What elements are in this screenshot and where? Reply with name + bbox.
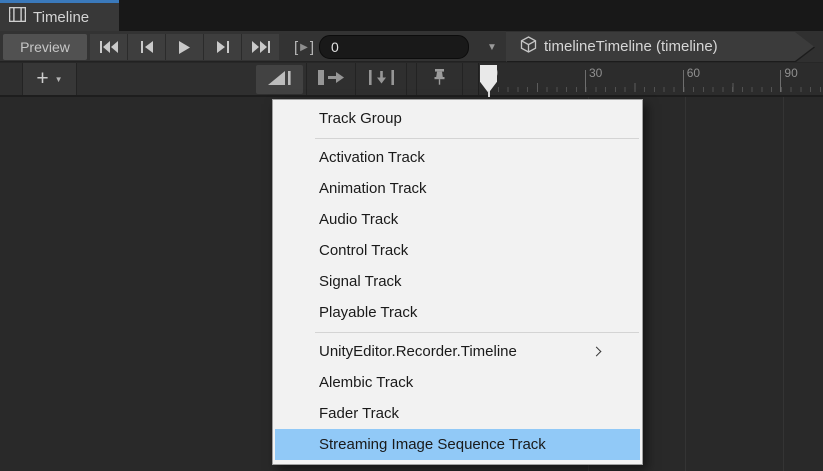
divider bbox=[406, 63, 407, 95]
play-button[interactable] bbox=[166, 34, 203, 60]
menu-item-animation-track[interactable]: Animation Track bbox=[273, 173, 642, 204]
breadcrumb-label: timelineTimeline (timeline) bbox=[544, 38, 718, 55]
menu-item-fader-track[interactable]: Fader Track bbox=[273, 398, 642, 429]
frame-dropdown-button[interactable]: ▼ bbox=[478, 34, 506, 60]
step-forward-icon bbox=[216, 41, 229, 53]
menu-item-control-track[interactable]: Control Track bbox=[273, 235, 642, 266]
menu-separator bbox=[315, 138, 639, 139]
tab-bar: Timeline bbox=[0, 0, 823, 31]
preview-button[interactable]: Preview bbox=[3, 34, 87, 60]
ripple-mode-button[interactable] bbox=[307, 65, 355, 94]
breadcrumb[interactable]: timelineTimeline (timeline) bbox=[506, 32, 814, 61]
menu-item-signal-track[interactable]: Signal Track bbox=[273, 266, 642, 297]
cube-icon bbox=[520, 36, 537, 58]
tab-title: Timeline bbox=[33, 8, 90, 26]
menu-item-track-group[interactable]: Track Group bbox=[273, 103, 642, 134]
plus-icon: + bbox=[36, 66, 49, 90]
gridline bbox=[783, 97, 784, 471]
step-back-icon bbox=[140, 41, 153, 53]
previous-frame-button[interactable] bbox=[128, 34, 165, 60]
bracket-right: ] bbox=[309, 38, 315, 56]
menu-item-playable-track[interactable]: Playable Track bbox=[273, 297, 642, 328]
play-icon bbox=[179, 40, 190, 54]
add-track-context-menu: Track Group Activation Track Animation T… bbox=[272, 99, 643, 465]
skip-to-end-icon bbox=[251, 41, 270, 53]
track-toolbar: + ▼ 30 60 90 bbox=[0, 62, 823, 98]
transport-controls bbox=[90, 34, 279, 60]
replace-mode-button[interactable] bbox=[356, 65, 406, 94]
gridline bbox=[685, 97, 686, 471]
divider bbox=[76, 63, 77, 95]
skip-to-start-icon bbox=[99, 41, 118, 53]
preview-label: Preview bbox=[20, 39, 70, 55]
submenu-arrow-icon bbox=[591, 346, 602, 357]
caret-down-icon: ▼ bbox=[487, 41, 497, 53]
main-toolbar: Preview [▶] 0 ▼ timelineTimeline (time… bbox=[0, 31, 823, 62]
film-icon bbox=[8, 6, 27, 27]
play-range-icon: ▶ bbox=[300, 41, 308, 53]
goto-end-button[interactable] bbox=[242, 34, 279, 60]
mix-mode-icon bbox=[267, 70, 292, 90]
divider bbox=[462, 63, 463, 95]
play-range-button[interactable]: [ ▶ ] bbox=[287, 34, 321, 60]
menu-item-label: UnityEditor.Recorder.Timeline bbox=[319, 343, 517, 360]
frame-number-input[interactable] bbox=[319, 35, 469, 59]
menu-separator bbox=[315, 332, 639, 333]
pin-icon bbox=[432, 68, 447, 91]
marker-visibility-button[interactable] bbox=[417, 65, 462, 94]
menu-item-audio-track[interactable]: Audio Track bbox=[273, 204, 642, 235]
mix-mode-button[interactable] bbox=[256, 65, 303, 94]
menu-item-unityeditor-recorder-timeline[interactable]: UnityEditor.Recorder.Timeline bbox=[273, 336, 642, 367]
add-track-button[interactable]: + ▼ bbox=[23, 63, 76, 95]
breadcrumb-zone: timelineTimeline (timeline) bbox=[506, 31, 823, 62]
menu-item-streaming-image-sequence-track[interactable]: Streaming Image Sequence Track bbox=[275, 429, 640, 460]
timeline-window: Timeline Preview [▶] 0 ▼ timelineTimel… bbox=[0, 0, 823, 471]
goto-beginning-button[interactable] bbox=[90, 34, 127, 60]
next-frame-button[interactable] bbox=[204, 34, 241, 60]
menu-item-activation-track[interactable]: Activation Track bbox=[273, 142, 642, 173]
time-ruler[interactable]: 0 30 60 90 bbox=[479, 63, 823, 95]
tab-timeline[interactable]: Timeline bbox=[0, 0, 119, 31]
menu-item-alembic-track[interactable]: Alembic Track bbox=[273, 367, 642, 398]
caret-down-icon: ▼ bbox=[54, 74, 63, 84]
bracket-left: [ bbox=[293, 38, 299, 56]
ripple-mode-icon bbox=[318, 69, 344, 90]
replace-mode-icon bbox=[368, 69, 394, 90]
